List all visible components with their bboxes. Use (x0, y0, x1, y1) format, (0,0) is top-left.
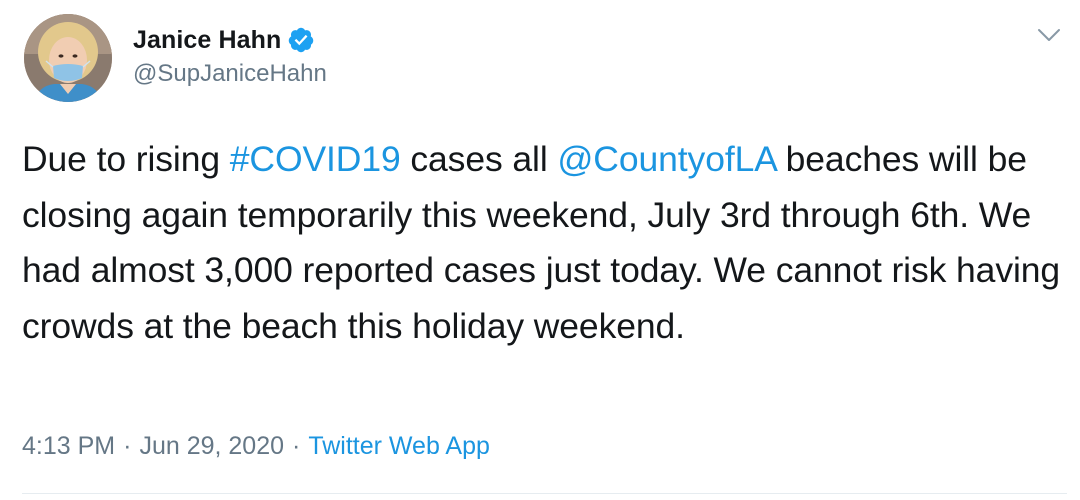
tweet-meta: 4:13 PM · Jun 29, 2020 · Twitter Web App (22, 432, 490, 461)
display-name[interactable]: Janice Hahn (133, 26, 281, 55)
avatar[interactable] (24, 14, 112, 102)
meta-separator: · (292, 432, 301, 460)
user-handle[interactable]: @SupJaniceHahn (133, 60, 327, 88)
name-row: Janice Hahn (133, 24, 327, 56)
divider (22, 493, 1067, 494)
profile-photo-icon (24, 14, 112, 102)
tweet-time[interactable]: 4:13 PM (22, 432, 115, 460)
meta-separator: · (123, 432, 132, 460)
more-options-button[interactable] (1032, 22, 1066, 48)
tweet-text-segment: Due to rising (22, 139, 230, 179)
verified-badge-icon (287, 26, 315, 54)
tweet-card: Janice Hahn @SupJaniceHahn Due to rising… (0, 0, 1080, 500)
tweet-source-link[interactable]: Twitter Web App (308, 432, 490, 460)
author-block: Janice Hahn @SupJaniceHahn (133, 24, 327, 88)
tweet-date[interactable]: Jun 29, 2020 (139, 432, 284, 460)
hashtag-link[interactable]: #COVID19 (230, 139, 401, 179)
tweet-text-segment: cases all (400, 139, 558, 179)
mention-link[interactable]: @CountyofLA (557, 139, 776, 179)
tweet-text: Due to rising #COVID19 cases all @County… (22, 132, 1067, 354)
chevron-down-icon (1038, 29, 1060, 41)
